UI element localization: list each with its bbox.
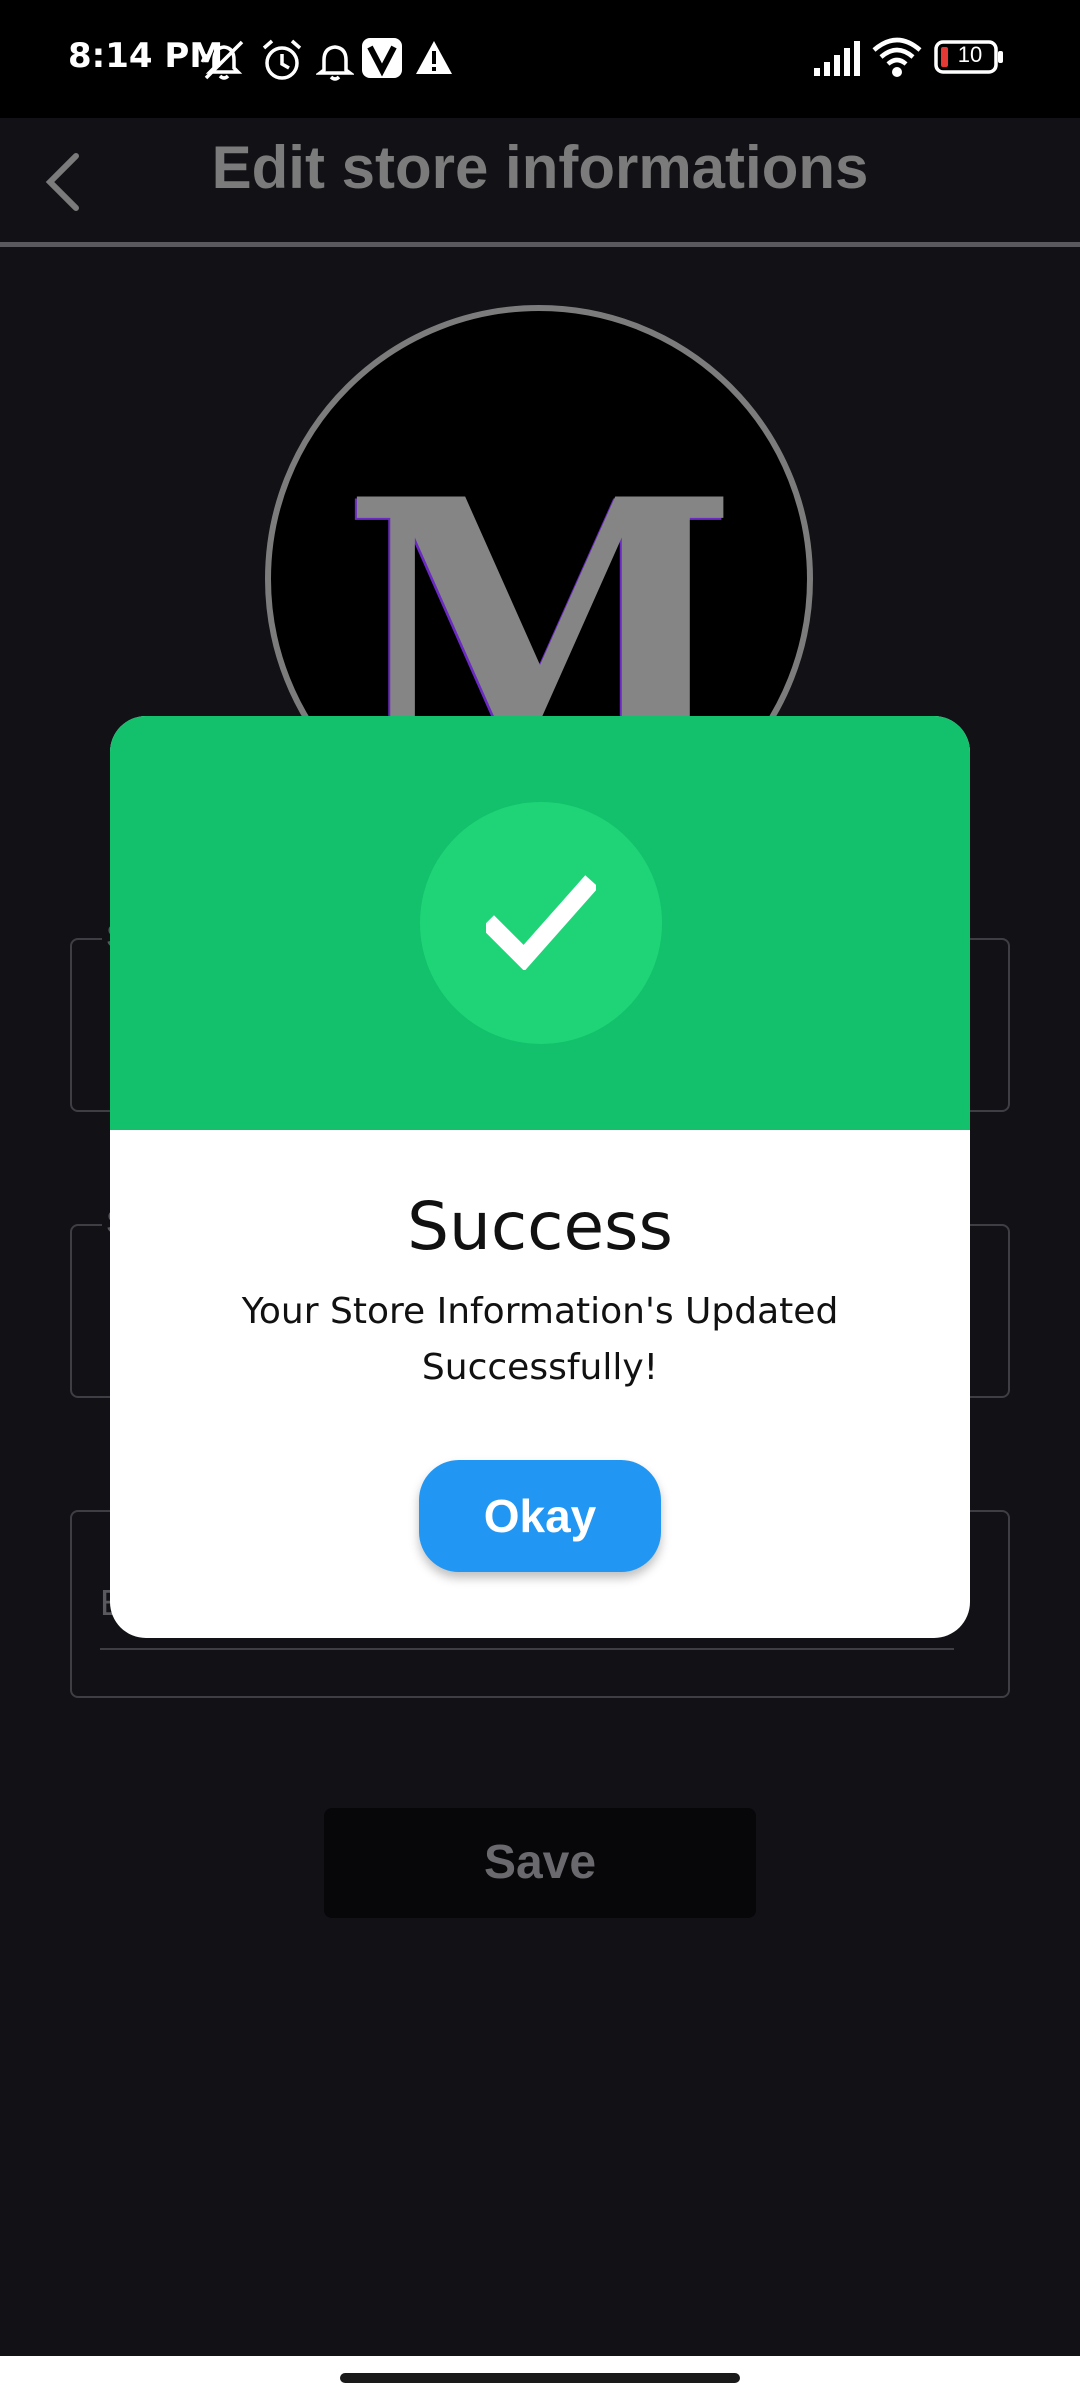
home-indicator[interactable] <box>340 2373 740 2383</box>
okay-button[interactable]: Okay <box>419 1460 661 1572</box>
dialog-header <box>110 716 970 1130</box>
navigation-bar <box>0 2356 1080 2400</box>
check-icon <box>481 874 599 975</box>
dialog-message: Your Store Information's Updated Success… <box>241 1291 839 1388</box>
success-badge <box>420 802 662 1044</box>
dialog-title: Success <box>407 1188 673 1265</box>
success-dialog: Success Your Store Information's Updated… <box>110 716 970 1638</box>
